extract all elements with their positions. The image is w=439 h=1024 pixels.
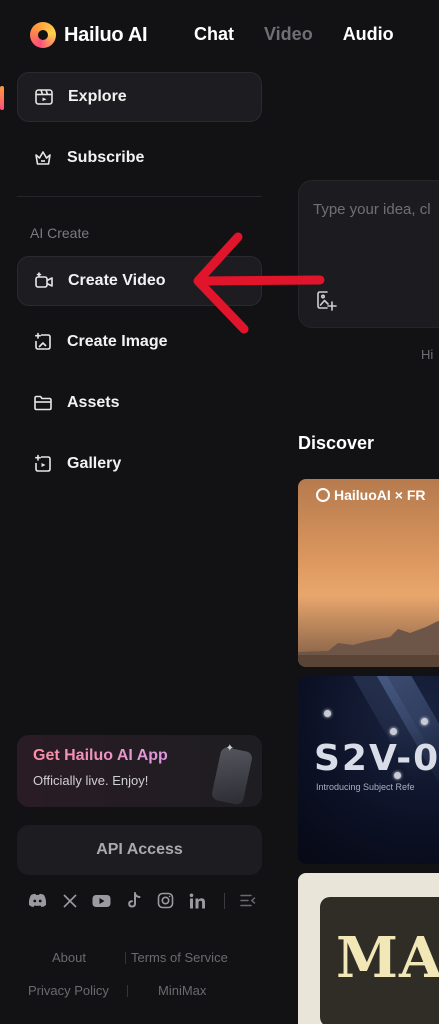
instagram-icon[interactable] — [156, 891, 175, 910]
bullet-hole — [421, 718, 428, 725]
footer-link-about[interactable]: About — [52, 950, 86, 965]
video-camera-icon — [34, 271, 54, 291]
sidebar-item-label: Create Image — [67, 333, 168, 350]
app-window: Hailuo AI Chat Video Audio Explore Subsc… — [0, 0, 439, 1024]
crown-icon — [33, 148, 53, 168]
api-access-button[interactable]: API Access — [17, 825, 262, 875]
gallery-icon — [33, 454, 53, 474]
sidebar-item-label: Create Video — [68, 272, 166, 289]
logo[interactable]: Hailuo AI — [30, 22, 148, 48]
youtube-icon[interactable] — [92, 891, 111, 910]
sidebar-item-explore[interactable]: Explore — [17, 72, 262, 122]
footer-divider — [125, 952, 126, 964]
tab-chat[interactable]: Chat — [194, 24, 234, 45]
card-partner: × FR — [394, 487, 426, 503]
sidebar-item-assets[interactable]: Assets — [17, 378, 262, 428]
sidebar-item-gallery[interactable]: Gallery — [17, 439, 262, 489]
bullet-hole — [324, 710, 331, 717]
folder-icon — [33, 393, 53, 413]
social-divider — [224, 892, 225, 909]
card-title: S2V-0 — [314, 738, 439, 779]
image-sparkle-icon — [33, 332, 53, 352]
sidebar-item-label: Gallery — [67, 455, 122, 472]
sidebar-item-create-image[interactable]: Create Image — [17, 317, 262, 367]
tab-video[interactable]: Video — [264, 24, 313, 45]
sparkle-icon: ✦ — [225, 743, 234, 754]
sidebar-item-label: Assets — [67, 394, 120, 411]
app-promo-title: Get Hailuo AI App — [33, 747, 246, 765]
discover-card[interactable]: S2V-0 Introducing Subject Refe — [298, 676, 439, 864]
x-icon[interactable] — [60, 891, 79, 910]
sidebar-item-create-video[interactable]: Create Video — [17, 256, 262, 306]
bullet-hole — [390, 728, 397, 735]
card-brand-name: HailuoAI — [334, 487, 391, 503]
tiktok-icon[interactable] — [124, 891, 143, 910]
hint-text: Hi — [421, 347, 434, 362]
card-title: MAT — [336, 925, 439, 991]
discover-heading: Discover — [298, 433, 375, 453]
footer-divider — [127, 985, 128, 997]
card-brand: HailuoAI × FR — [316, 487, 426, 503]
prompt-input[interactable]: Type your idea, cl — [313, 201, 431, 218]
top-nav: Chat Video Audio — [194, 24, 394, 45]
explore-icon — [34, 87, 54, 107]
prompt-box[interactable]: Type your idea, cl — [298, 180, 439, 328]
sidebar-item-label: Explore — [68, 88, 127, 105]
add-image-icon[interactable] — [315, 289, 337, 311]
landscape-silhouette — [298, 621, 439, 667]
hailuo-logo-icon — [30, 22, 56, 48]
sidebar-divider — [17, 196, 262, 197]
hailuo-logo-icon — [316, 488, 330, 502]
footer-link-minimax[interactable]: MiniMax — [158, 983, 206, 998]
sidebar-item-subscribe[interactable]: Subscribe — [17, 133, 262, 183]
social-links — [28, 891, 257, 910]
collapse-icon[interactable] — [238, 891, 257, 910]
section-label-ai-create: AI Create — [30, 225, 90, 241]
discover-card[interactable]: MAT — [298, 873, 439, 1024]
tab-audio[interactable]: Audio — [343, 24, 394, 45]
linkedin-icon[interactable] — [188, 891, 207, 910]
card-subtitle: Introducing Subject Refe — [316, 782, 415, 792]
discord-icon[interactable] — [28, 891, 47, 910]
footer-link-privacy[interactable]: Privacy Policy — [28, 983, 109, 998]
discover-card[interactable]: HailuoAI × FR — [298, 479, 439, 667]
active-indicator — [0, 86, 4, 110]
app-download-banner[interactable]: Get Hailuo AI App Officially live. Enjoy… — [17, 735, 262, 807]
footer-link-terms[interactable]: Terms of Service — [131, 950, 228, 965]
app-name: Hailuo AI — [64, 23, 148, 46]
sidebar-item-label: Subscribe — [67, 149, 145, 166]
